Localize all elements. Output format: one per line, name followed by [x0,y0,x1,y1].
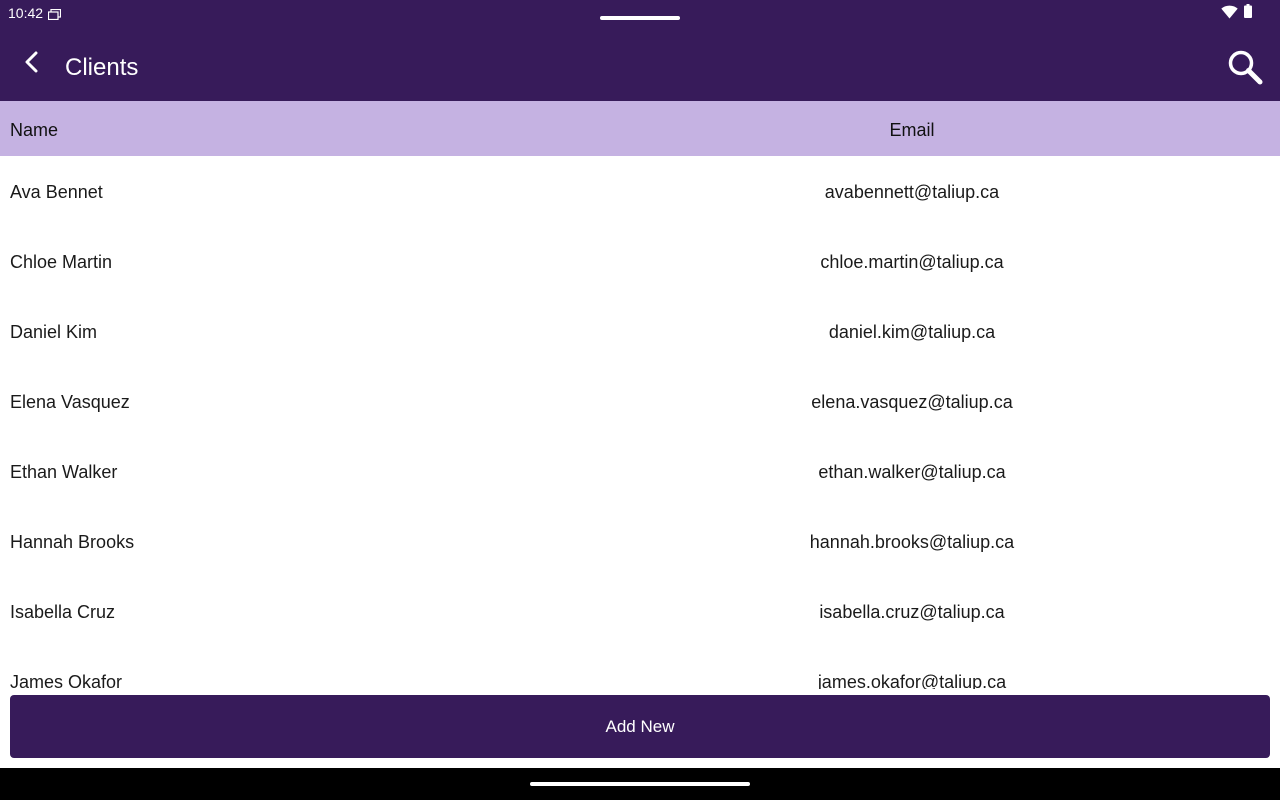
client-row[interactable]: Hannah Brooks hannah.brooks@taliup.ca [0,506,1280,576]
drag-handle[interactable] [600,16,680,20]
client-email: daniel.kim@taliup.ca [828,322,996,342]
client-row[interactable]: Isabella Cruz isabella.cruz@taliup.ca [0,576,1280,646]
notification-icon [47,7,62,21]
search-button[interactable] [1222,46,1268,92]
client-list[interactable]: Ava Bennet avabennett@taliup.ca Chloe Ma… [0,156,1280,689]
client-email: chloe.martin@taliup.ca [820,252,1004,272]
client-row[interactable]: Ethan Walker ethan.walker@taliup.ca [0,436,1280,506]
client-row[interactable]: Daniel Kim daniel.kim@taliup.ca [0,296,1280,366]
client-email: james.okafor@taliup.ca [817,672,1007,689]
column-header-name[interactable]: Name [10,120,58,140]
client-email: avabennett@taliup.ca [824,182,1000,202]
client-email: elena.vasquez@taliup.ca [811,392,1013,412]
client-name: Chloe Martin [10,252,113,272]
client-name: Ava Bennet [10,182,103,202]
wifi-icon [1221,5,1238,19]
client-row[interactable]: James Okafor james.okafor@taliup.ca [0,646,1280,689]
client-name: James Okafor [10,672,123,689]
client-name: Ethan Walker [10,462,118,482]
page-title: Clients [65,54,139,81]
client-name: Elena Vasquez [10,392,130,412]
back-button[interactable] [12,44,52,84]
client-name: Daniel Kim [10,322,98,342]
add-new-button[interactable]: Add New [10,695,1270,758]
status-time: 10:42 [8,5,44,21]
client-name: Isabella Cruz [10,602,116,622]
app-bar: Clients [0,28,1280,101]
search-icon [1227,49,1263,90]
battery-icon [1244,4,1252,18]
chevron-left-icon [21,51,43,78]
home-gesture-handle[interactable] [530,782,750,786]
app-root: 10:42 Clients Name Email Ava Bennet avab… [0,0,1280,800]
client-name: Hannah Brooks [10,532,135,552]
client-email: isabella.cruz@taliup.ca [819,602,1005,622]
table-header: Name Email [0,101,1280,156]
column-header-email[interactable]: Email [544,120,1280,140]
client-email: hannah.brooks@taliup.ca [809,532,1015,552]
navigation-bar [0,768,1280,800]
client-row[interactable]: Chloe Martin chloe.martin@taliup.ca [0,226,1280,296]
client-row[interactable]: Elena Vasquez elena.vasquez@taliup.ca [0,366,1280,436]
client-row[interactable]: Ava Bennet avabennett@taliup.ca [0,156,1280,226]
client-email: ethan.walker@taliup.ca [818,462,1006,482]
add-new-label: Add New [605,716,675,736]
status-bar: 10:42 [0,0,1280,28]
